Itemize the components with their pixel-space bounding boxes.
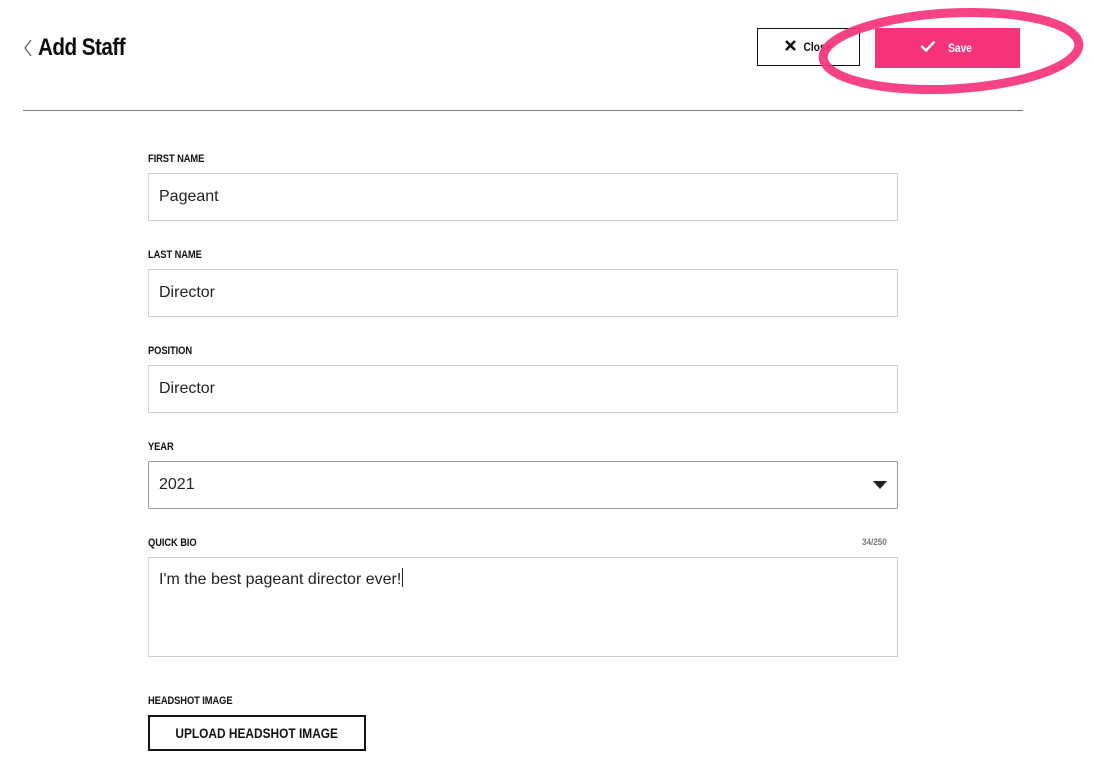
last-name-input[interactable] [148,269,898,317]
close-button[interactable]: Close [757,28,860,66]
close-button-label: Close [803,40,831,54]
first-name-label: FIRST NAME [148,153,205,165]
header-divider [23,110,1023,111]
upload-headshot-button[interactable]: UPLOAD HEADSHOT IMAGE [148,715,366,751]
back-chevron-icon[interactable] [20,38,36,58]
page-title: Add Staff [38,34,126,61]
year-label: YEAR [148,441,174,453]
check-icon [920,39,936,57]
quick-bio-label: QUICK BIO [148,537,197,549]
text-caret [402,568,404,587]
caret-down-icon [873,476,887,494]
quick-bio-textarea[interactable]: I'm the best pageant director ever! [148,557,898,657]
bio-character-counter: 34/250 [862,537,887,547]
year-select[interactable]: 2021 [148,461,898,509]
position-input[interactable] [148,365,898,413]
close-icon [784,39,797,55]
upload-headshot-button-label: UPLOAD HEADSHOT IMAGE [175,725,339,741]
first-name-input[interactable] [148,173,898,221]
save-button-label: Save [948,41,973,55]
position-label: POSITION [148,345,193,357]
last-name-label: LAST NAME [148,249,202,261]
quick-bio-text: I'm the best pageant director ever! [159,571,402,588]
add-staff-page: Add Staff Close Save FIRST NAME LAST NAM… [0,0,1093,779]
year-select-value: 2021 [159,476,195,493]
headshot-image-label: HEADSHOT IMAGE [148,695,233,707]
save-button[interactable]: Save [875,28,1020,68]
